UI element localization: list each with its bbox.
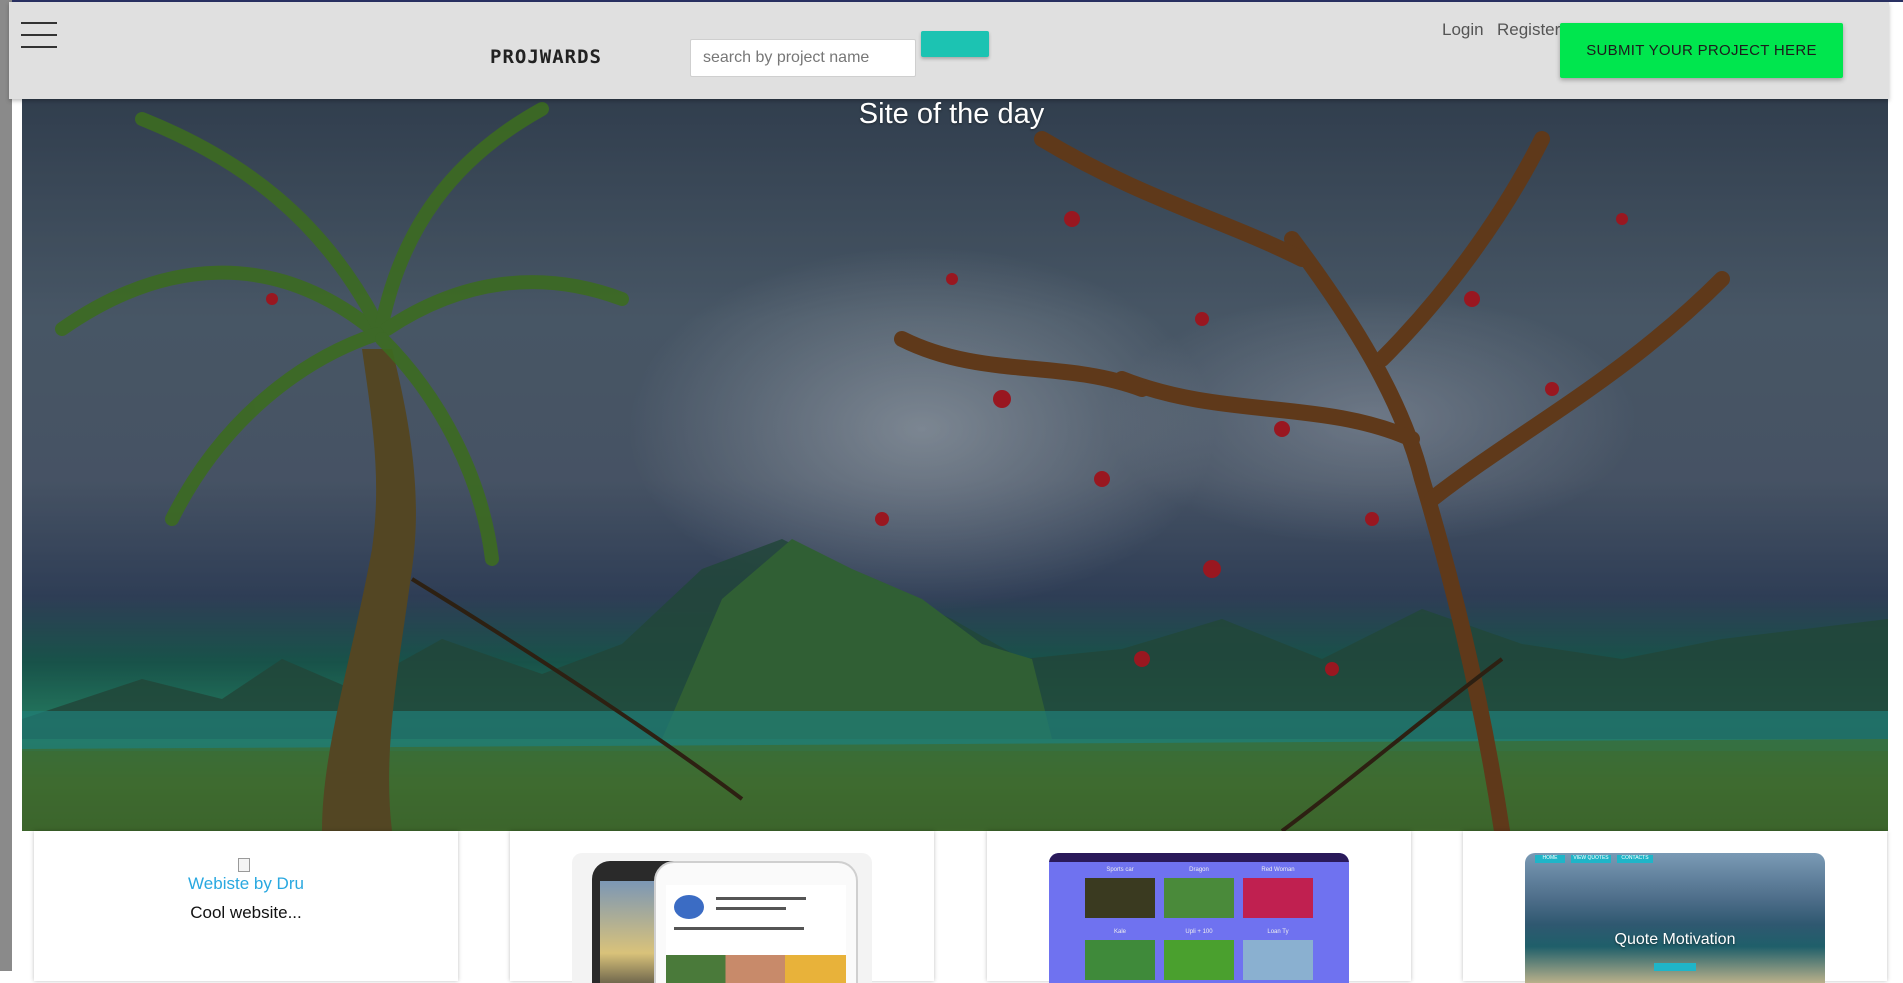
left-edge-shadow bbox=[0, 0, 12, 971]
avatar bbox=[674, 895, 704, 919]
gallery-label: Dragon bbox=[1189, 867, 1209, 873]
project-link[interactable]: Webiste by Dru bbox=[34, 874, 458, 894]
gallery-label: Upli + 100 bbox=[1185, 929, 1213, 935]
gallery-label: Red Woman bbox=[1261, 867, 1295, 873]
gallery-tile bbox=[1085, 940, 1155, 980]
project-card: Sports car Dragon Red Woman Kale Upli + … bbox=[987, 831, 1411, 983]
thumb-nav-item: VIEW QUOTES bbox=[1571, 855, 1611, 863]
project-card: HOME VIEW QUOTES CONTACTS Quote Motivati… bbox=[1463, 831, 1887, 983]
thumb-title: Quote Motivation bbox=[1614, 931, 1736, 948]
gallery-tile bbox=[1164, 940, 1234, 980]
project-description: Cool website... bbox=[190, 903, 302, 922]
gallery-tile bbox=[1243, 940, 1313, 980]
search-input[interactable] bbox=[690, 39, 916, 77]
thumb-button bbox=[1654, 963, 1696, 971]
thumb-nav-item: CONTACTS bbox=[1617, 855, 1653, 863]
gallery-tile bbox=[1243, 878, 1313, 918]
project-card: Webiste by Dru Cool website... bbox=[34, 831, 458, 981]
project-thumbnail[interactable]: Sports car Dragon Red Woman Kale Upli + … bbox=[1049, 853, 1349, 983]
gallery-label: Loan Ty bbox=[1267, 929, 1289, 935]
top-navbar: PROJWARDS Login Register SUBMIT YOUR PRO… bbox=[9, 2, 1889, 99]
register-link[interactable]: Register bbox=[1497, 20, 1560, 40]
gallery-label: Sports car bbox=[1106, 867, 1134, 873]
brand-logo[interactable]: PROJWARDS bbox=[490, 46, 602, 68]
project-thumbnail[interactable]: HOME VIEW QUOTES CONTACTS Quote Motivati… bbox=[1525, 853, 1825, 983]
project-thumbnail[interactable] bbox=[572, 853, 872, 983]
submit-project-button[interactable]: SUBMIT YOUR PROJECT HERE bbox=[1560, 23, 1843, 78]
hero-title: Site of the day bbox=[858, 98, 1045, 130]
search-button[interactable] bbox=[921, 31, 989, 57]
hamburger-icon[interactable] bbox=[21, 20, 57, 50]
gallery-nav-bar bbox=[1049, 853, 1349, 862]
hero-dim-overlay bbox=[22, 99, 1888, 831]
gallery-label: Kale bbox=[1113, 929, 1126, 935]
hero-banner bbox=[22, 99, 1888, 831]
gallery-tile bbox=[1164, 878, 1234, 918]
login-link[interactable]: Login bbox=[1442, 20, 1484, 40]
broken-image-icon bbox=[238, 858, 250, 872]
thumb-nav-item: HOME bbox=[1535, 855, 1565, 863]
phone-front-illustration bbox=[654, 861, 858, 983]
project-card bbox=[510, 831, 934, 983]
gallery-tile bbox=[1085, 878, 1155, 918]
